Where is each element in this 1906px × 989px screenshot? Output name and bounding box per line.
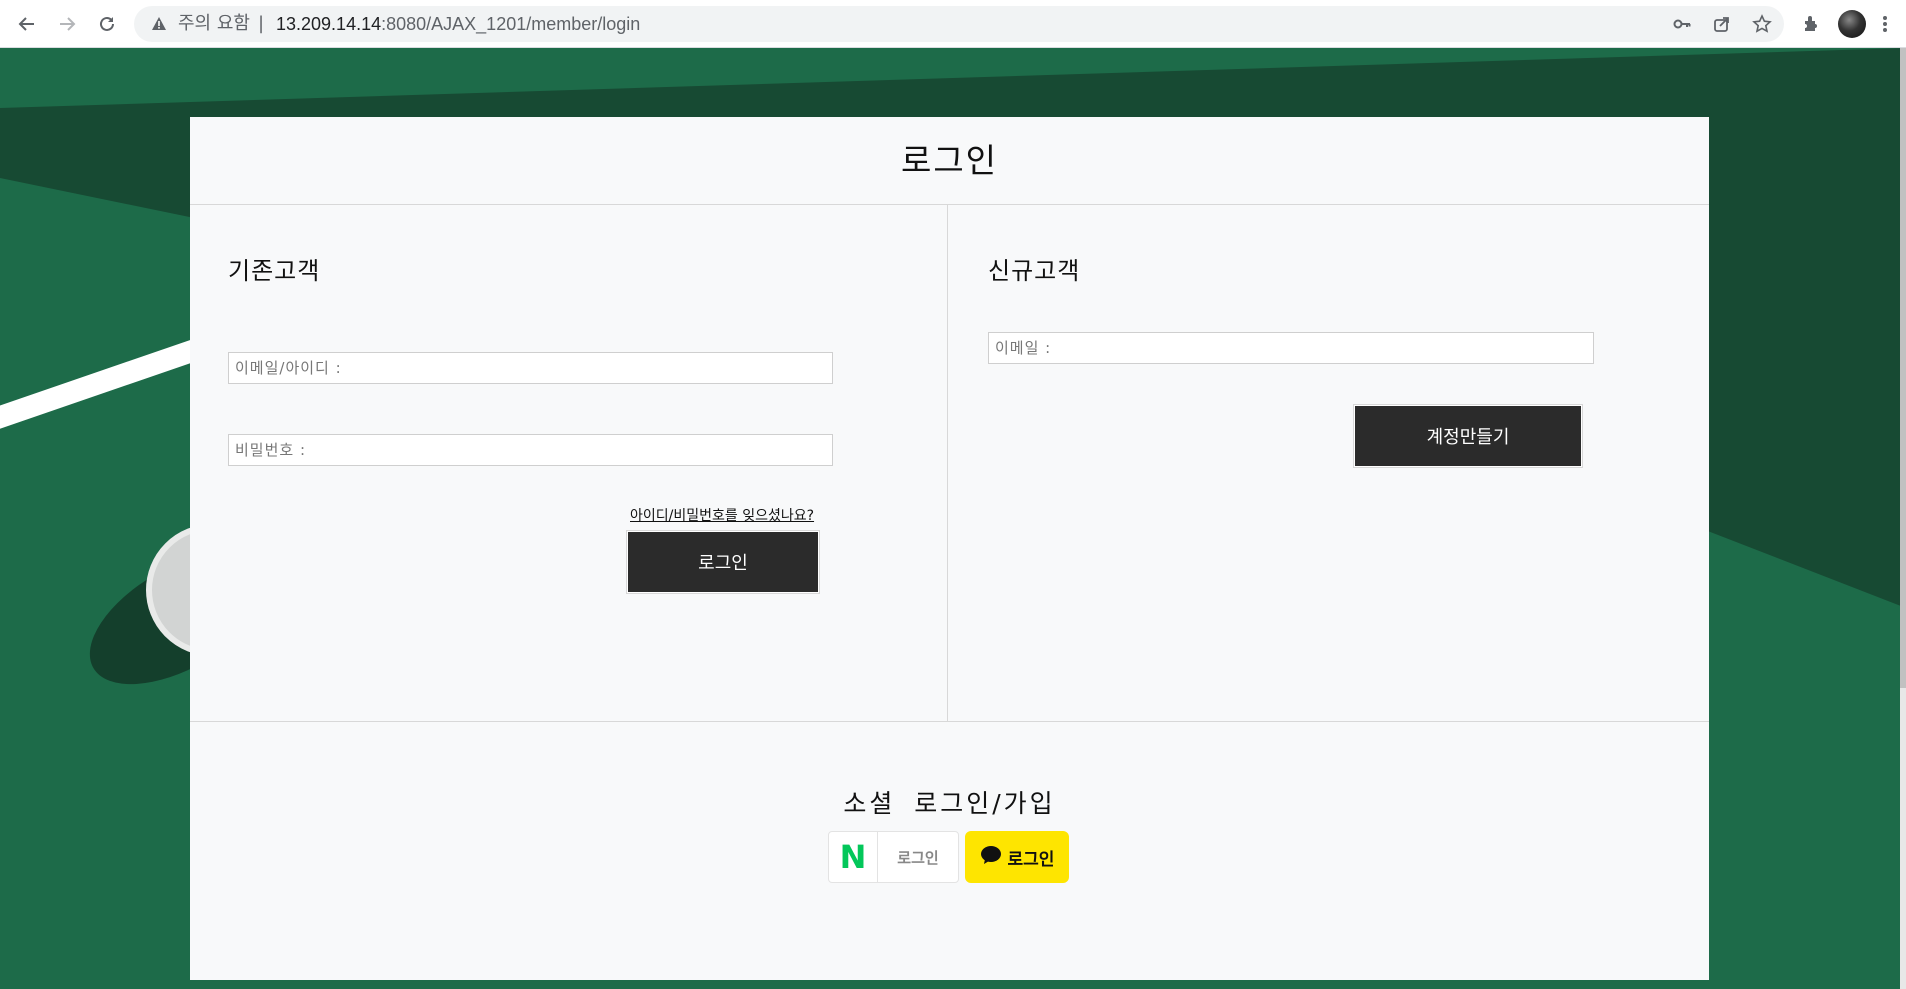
login-panel: 로그인 기존고객 아이디/비밀번호를 잊으셨나요? 로그인 신규고객 계정만들기…	[190, 117, 1709, 980]
background-stripe	[0, 335, 211, 435]
reload-icon[interactable]	[92, 9, 122, 39]
password-input[interactable]	[228, 434, 833, 466]
kakao-login-button[interactable]: 로그인	[965, 831, 1069, 883]
social-login-section: 소셜 로그인/가입 N 로그인 로그인	[190, 721, 1709, 980]
forgot-credentials-link[interactable]: 아이디/비밀번호를 잊으셨나요?	[630, 505, 814, 525]
forward-arrow-icon[interactable]	[52, 9, 82, 39]
speech-bubble-icon	[980, 845, 1002, 869]
existing-customer-section: 기존고객 아이디/비밀번호를 잊으셨나요? 로그인	[190, 205, 948, 721]
kakao-login-label: 로그인	[1007, 849, 1055, 870]
new-customer-heading: 신규고객	[988, 257, 1081, 285]
address-bar[interactable]: 주의 요함 | 13.209.14.14:8080/AJAX_1201/memb…	[134, 6, 1784, 42]
browser-toolbar: 주의 요함 | 13.209.14.14:8080/AJAX_1201/memb…	[0, 0, 1906, 48]
url-host: 13.209.14.14	[276, 14, 382, 34]
existing-customer-heading: 기존고객	[228, 257, 321, 285]
star-icon[interactable]	[1750, 12, 1774, 36]
email-id-input[interactable]	[228, 352, 833, 384]
page-title: 로그인	[190, 117, 1709, 205]
url-separator: |	[258, 13, 265, 34]
warning-icon[interactable]	[150, 15, 168, 33]
menu-dots-icon[interactable]	[1878, 11, 1892, 37]
naver-login-label: 로그인	[897, 848, 939, 867]
social-login-heading: 소셜 로그인/가입	[843, 789, 1056, 818]
key-icon[interactable]	[1670, 12, 1694, 36]
url-path: :8080/AJAX_1201/member/login	[381, 14, 641, 34]
share-icon[interactable]	[1710, 12, 1734, 36]
signup-email-input[interactable]	[988, 332, 1594, 364]
login-button[interactable]: 로그인	[626, 530, 820, 594]
new-customer-section: 신규고객 계정만들기	[948, 205, 1709, 721]
naver-logo-icon: N	[829, 832, 878, 882]
security-label[interactable]: 주의 요함	[178, 6, 250, 42]
avatar[interactable]	[1838, 10, 1866, 38]
naver-login-button[interactable]: N 로그인	[828, 831, 959, 883]
back-arrow-icon[interactable]	[12, 9, 42, 39]
url-text[interactable]: 13.209.14.14:8080/AJAX_1201/member/login	[276, 6, 640, 42]
extensions-icon[interactable]	[1798, 11, 1824, 37]
scrollbar-thumb[interactable]	[1900, 48, 1906, 688]
create-account-button[interactable]: 계정만들기	[1353, 404, 1583, 468]
